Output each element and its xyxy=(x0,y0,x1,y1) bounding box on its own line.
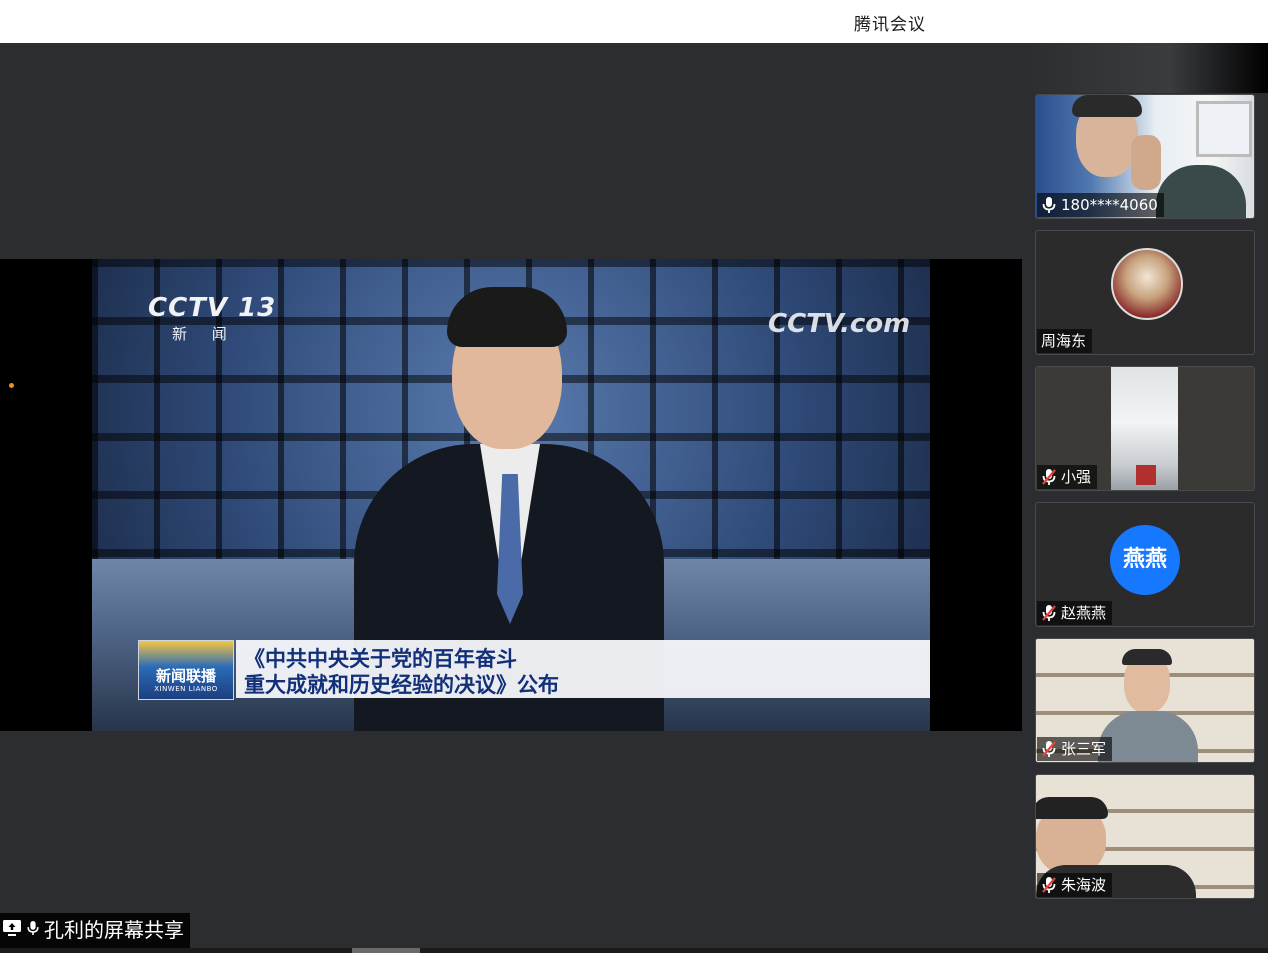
participant-name: 张三军 xyxy=(1061,740,1107,758)
presenter-label: 孔利的屏幕共享 xyxy=(44,918,184,942)
cctv13-subtitle: 新 闻 xyxy=(172,325,237,343)
muted-microphone-icon[interactable] xyxy=(1041,604,1057,622)
avatar xyxy=(1111,248,1183,320)
muted-microphone-icon[interactable] xyxy=(1041,876,1057,894)
program-pinyin: XINWEN LIANBO xyxy=(154,685,218,693)
participant-name-tag: 180****4060 xyxy=(1037,193,1164,217)
headline-line-2: 重大成就和历史经验的决议》公布 xyxy=(244,673,559,697)
microphone-icon[interactable] xyxy=(26,913,40,948)
screen-share-label: 孔利的屏幕共享 xyxy=(0,913,190,948)
participant-name-tag: 张三军 xyxy=(1037,737,1113,761)
horizontal-scrollbar[interactable] xyxy=(0,948,1268,953)
participant-name-tag: 周海东 xyxy=(1037,329,1093,353)
participant-tile[interactable]: 周海东 xyxy=(1035,230,1255,355)
scrollbar-thumb[interactable] xyxy=(352,948,420,953)
participant-name-tag: 小强 xyxy=(1037,465,1098,489)
microphone-icon[interactable] xyxy=(1041,196,1057,214)
cctv-watermark: CCTV.com xyxy=(768,309,911,339)
cctv13-logo: CCTV 13 xyxy=(148,293,277,323)
muted-microphone-icon[interactable] xyxy=(1041,468,1057,486)
muted-microphone-icon[interactable] xyxy=(1041,740,1057,758)
indicator-dot xyxy=(9,383,14,388)
participant-name: 朱海波 xyxy=(1061,876,1107,894)
participant-name-tag: 赵燕燕 xyxy=(1037,601,1113,625)
participant-tile[interactable]: 180****4060 xyxy=(1035,94,1255,219)
participant-name: 180****4060 xyxy=(1061,196,1158,214)
app-title: 腾讯会议 xyxy=(854,15,926,35)
participant-tile[interactable]: 张三军 xyxy=(1035,638,1255,763)
sidebar-header xyxy=(1022,43,1268,93)
program-badge: 新闻联播 XINWEN LIANBO xyxy=(138,640,234,700)
participant-name: 小强 xyxy=(1061,468,1092,486)
participant-sidebar[interactable]: 180****4060 周海东 小强 燕燕 赵燕燕 张三军 朱海波 xyxy=(1022,43,1268,948)
shared-video[interactable]: CCTV 13 新 闻 CCTV.com 新闻联播 XINWEN LIANBO … xyxy=(92,259,930,731)
participant-tile[interactable]: 燕燕 赵燕燕 xyxy=(1035,502,1255,627)
program-name: 新闻联播 xyxy=(155,667,216,685)
screen-share-icon[interactable] xyxy=(2,913,22,948)
participant-tile[interactable]: 朱海波 xyxy=(1035,774,1255,899)
participant-name: 周海东 xyxy=(1041,332,1087,350)
participant-name: 赵燕燕 xyxy=(1061,604,1107,622)
title-bar: 腾讯会议 xyxy=(0,0,1268,43)
anchor-hair xyxy=(447,287,567,347)
participant-name-tag: 朱海波 xyxy=(1037,873,1113,897)
headline-box: 《中共中央关于党的百年奋斗 重大成就和历史经验的决议》公布 xyxy=(236,640,930,698)
participant-tile[interactable]: 小强 xyxy=(1035,366,1255,491)
avatar: 燕燕 xyxy=(1110,525,1180,595)
news-lower-third: 新闻联播 XINWEN LIANBO 《中共中央关于党的百年奋斗 重大成就和历史… xyxy=(138,640,930,700)
